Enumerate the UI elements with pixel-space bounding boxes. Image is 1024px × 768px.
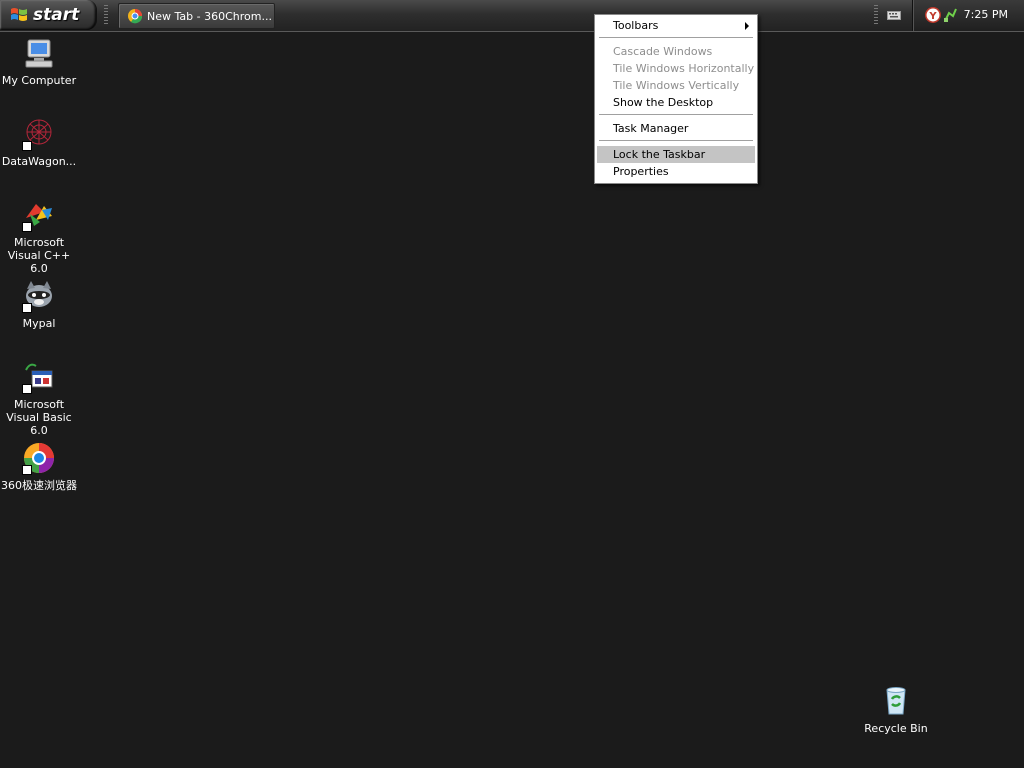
menu-item-tile-vertically[interactable]: Tile Windows Vertically	[597, 77, 755, 94]
menu-item-task-manager[interactable]: Task Manager	[597, 120, 755, 137]
360-browser-icon	[128, 9, 143, 24]
shortcut-arrow-icon	[22, 303, 32, 313]
desktop-icon-label: DataWagon...	[1, 155, 77, 168]
menu-item-label: Toolbars	[613, 19, 659, 32]
recycle-bin-icon	[879, 684, 913, 718]
computer-icon	[22, 36, 56, 70]
menu-item-label: Show the Desktop	[613, 96, 714, 109]
desktop-icon-visual-cpp[interactable]: Microsoft Visual C++ 6.0	[0, 198, 78, 275]
visual-basic-icon	[22, 360, 56, 394]
start-label: start	[33, 5, 80, 25]
clock[interactable]: 7:25 PM	[964, 8, 1008, 21]
menu-item-toolbars[interactable]: Toolbars	[597, 17, 755, 34]
taskbar-button-360chrome[interactable]: New Tab - 360Chrom...	[118, 3, 275, 29]
shortcut-arrow-icon	[22, 465, 32, 475]
desktop[interactable]: start New Tab - 360Chrom... Y 7:25 PM My…	[0, 0, 1024, 768]
menu-item-properties[interactable]: Properties	[597, 163, 755, 180]
desktop-icon-label: Microsoft Visual C++ 6.0	[7, 236, 71, 275]
windows-flag-icon	[11, 8, 27, 21]
desktop-icon-visual-basic[interactable]: Microsoft Visual Basic 6.0	[0, 360, 78, 437]
svg-text:Y: Y	[928, 11, 937, 22]
desktop-icon-360-browser[interactable]: 360极速浏览器	[0, 441, 78, 492]
toolbar-grip[interactable]	[104, 5, 108, 25]
taskbar-button-label: New Tab - 360Chrom...	[147, 9, 272, 23]
menu-item-tile-horizontally[interactable]: Tile Windows Horizontally	[597, 60, 755, 77]
menu-item-lock-taskbar[interactable]: Lock the Taskbar	[597, 146, 755, 163]
360-browser-icon	[22, 441, 56, 475]
desktop-icon-label: Recycle Bin	[864, 722, 928, 735]
menu-separator	[599, 140, 753, 141]
desktop-icon-datawagon[interactable]: DataWagon...	[0, 117, 78, 168]
visual-cpp-icon	[22, 198, 56, 232]
shortcut-arrow-icon	[22, 384, 32, 394]
yandex-tray-icon[interactable]: Y	[925, 7, 941, 23]
desktop-icon-my-computer[interactable]: My Computer	[0, 36, 78, 87]
menu-separator	[599, 37, 753, 38]
desktop-icon-mypal[interactable]: Mypal	[0, 279, 78, 330]
menu-item-label: Cascade Windows	[613, 45, 713, 58]
menu-separator	[599, 114, 753, 115]
network-tray-icon[interactable]	[943, 7, 957, 23]
shortcut-arrow-icon	[22, 222, 32, 232]
datawagon-icon	[22, 117, 56, 151]
shortcut-arrow-icon	[22, 141, 32, 151]
desktop-icon-label: Mypal	[22, 317, 56, 330]
keyboard-icon[interactable]	[887, 9, 901, 21]
menu-item-label: Properties	[613, 165, 669, 178]
system-tray: Y 7:25 PM	[912, 0, 1024, 31]
mypal-icon	[22, 279, 56, 313]
menu-item-label: Tile Windows Vertically	[613, 79, 740, 92]
toolbar-grip-right[interactable]	[874, 5, 878, 25]
start-button[interactable]: start	[0, 0, 97, 30]
menu-item-show-desktop[interactable]: Show the Desktop	[597, 94, 755, 111]
desktop-icon-label: My Computer	[1, 74, 77, 87]
menu-item-label: Task Manager	[613, 122, 689, 135]
menu-item-label: Tile Windows Horizontally	[613, 62, 755, 75]
menu-item-label: Lock the Taskbar	[613, 148, 706, 161]
desktop-icon-label: 360极速浏览器	[1, 479, 77, 492]
desktop-icon-label: Microsoft Visual Basic 6.0	[6, 398, 72, 437]
taskbar[interactable]: start New Tab - 360Chrom... Y 7:25 PM	[0, 0, 1024, 32]
desktop-icon-recycle-bin[interactable]: Recycle Bin	[857, 684, 935, 735]
taskbar-context-menu: Toolbars Cascade Windows Tile Windows Ho…	[594, 14, 758, 184]
menu-item-cascade-windows[interactable]: Cascade Windows	[597, 43, 755, 60]
submenu-arrow-icon	[745, 22, 749, 30]
